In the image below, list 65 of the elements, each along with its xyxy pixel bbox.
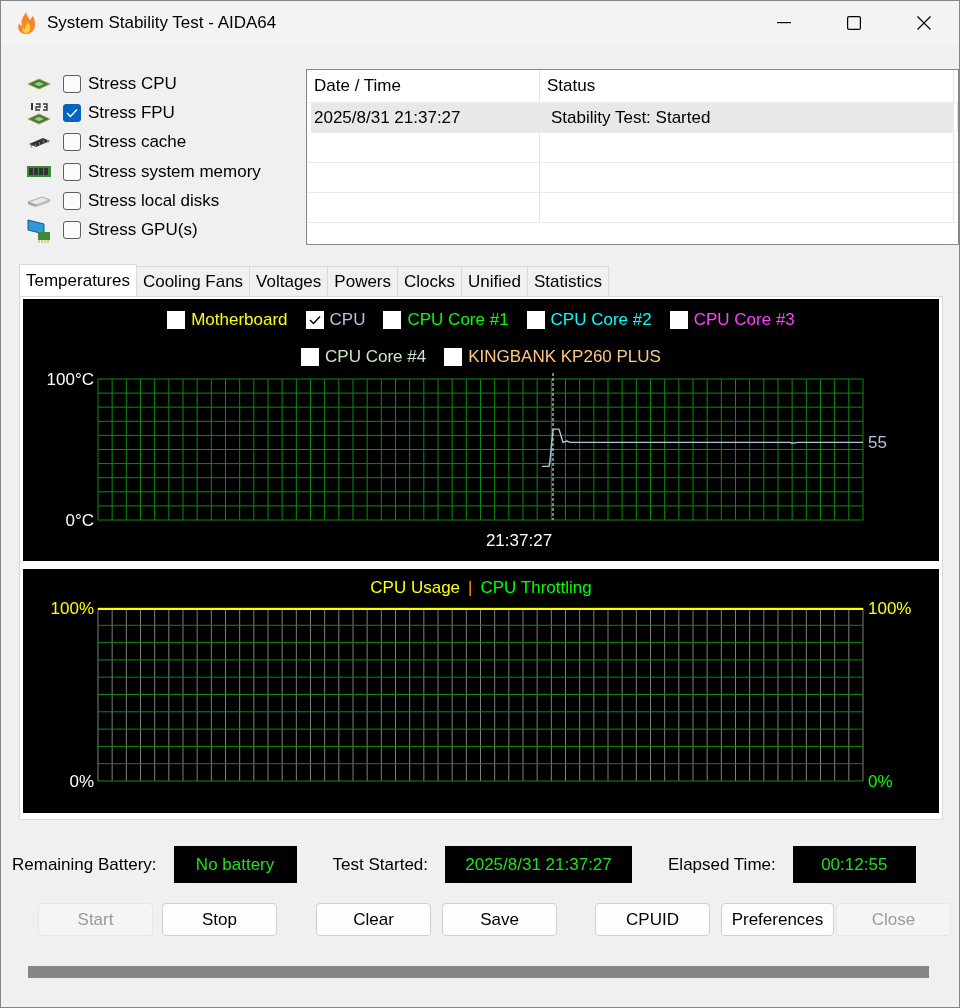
checkbox[interactable] bbox=[63, 74, 81, 93]
option-label: Stress GPU(s) bbox=[88, 220, 198, 241]
reading-label: 55 bbox=[868, 433, 887, 453]
legend-label[interactable]: CPU Core #4 bbox=[325, 347, 427, 367]
axis-label: 0% bbox=[868, 772, 893, 791]
axis-label: 100% bbox=[868, 599, 912, 618]
status-label: Test Started: bbox=[332, 854, 428, 875]
axis-label: 100% bbox=[50, 599, 94, 618]
axis-label: 0°C bbox=[65, 511, 94, 530]
status-value: No battery bbox=[173, 846, 297, 883]
monitor-card-icon bbox=[26, 217, 52, 244]
legend-label[interactable]: KINGBANK KP260 PLUS bbox=[468, 347, 661, 367]
action-button[interactable]: Preferences bbox=[721, 903, 834, 936]
checkbox[interactable] bbox=[63, 104, 81, 122]
action-button[interactable]: Save bbox=[442, 903, 557, 936]
action-button[interactable]: Stop bbox=[162, 903, 277, 936]
checkbox[interactable] bbox=[526, 311, 545, 329]
legend-label: CPU Throttling bbox=[480, 578, 592, 598]
legend-separator: | bbox=[468, 578, 473, 598]
column-header[interactable]: Date / Time bbox=[307, 70, 540, 102]
action-button[interactable]: CPUID bbox=[595, 903, 710, 936]
option-label: Stress CPU bbox=[88, 73, 177, 94]
option-label: Stress local disks bbox=[88, 190, 220, 211]
legend-label[interactable]: CPU bbox=[329, 310, 366, 330]
legend-label[interactable]: CPU Core #2 bbox=[550, 310, 652, 330]
status-value: 2025/8/31 21:37:27 bbox=[445, 846, 632, 883]
axis-label: 100°C bbox=[46, 370, 94, 389]
scrollbar[interactable] bbox=[28, 966, 929, 978]
checkbox[interactable] bbox=[305, 311, 324, 329]
checkbox[interactable] bbox=[301, 348, 320, 366]
checkbox[interactable] bbox=[669, 311, 688, 329]
legend-label[interactable]: CPU Core #1 bbox=[407, 310, 509, 330]
window-title: System Stability Test - AIDA64 bbox=[47, 13, 277, 33]
flame-icon bbox=[15, 11, 37, 35]
option-label: Stress FPU bbox=[88, 103, 175, 123]
close-icon bbox=[917, 16, 931, 30]
status-value: 00:12:55 bbox=[792, 846, 916, 883]
fpu-chip-icon bbox=[26, 100, 52, 126]
minimize-icon bbox=[777, 22, 791, 24]
status-label: Elapsed Time: bbox=[668, 854, 776, 875]
checkbox[interactable] bbox=[383, 311, 402, 329]
axis-label: 0% bbox=[69, 772, 94, 791]
table-cell: 2025/8/31 21:37:27 bbox=[311, 103, 544, 132]
checkbox[interactable] bbox=[63, 162, 81, 181]
tab[interactable]: Temperatures bbox=[19, 264, 137, 296]
checkbox[interactable] bbox=[167, 311, 186, 329]
tab[interactable]: Statistics bbox=[526, 266, 609, 296]
maximize-icon bbox=[847, 16, 861, 30]
checkbox[interactable] bbox=[63, 191, 81, 210]
table-cell: Stability Test: Started bbox=[544, 103, 958, 132]
checkbox[interactable] bbox=[63, 221, 81, 240]
action-button[interactable]: Clear bbox=[316, 903, 431, 936]
memory-module-icon bbox=[26, 164, 52, 179]
disk-drive-icon bbox=[26, 193, 52, 208]
column-header[interactable]: Status bbox=[540, 70, 954, 102]
time-label: 21:37:27 bbox=[485, 531, 553, 550]
legend-label[interactable]: CPU Core #3 bbox=[693, 310, 795, 330]
option-label: Stress cache bbox=[88, 132, 187, 153]
option-label: Stress system memory bbox=[88, 161, 261, 182]
checkbox[interactable] bbox=[63, 133, 81, 152]
checkbox[interactable] bbox=[444, 348, 463, 366]
status-label: Remaining Battery: bbox=[12, 854, 157, 875]
cpu-chip-icon bbox=[26, 76, 52, 91]
legend-label: CPU Usage bbox=[370, 578, 461, 598]
legend-label[interactable]: Motherboard bbox=[191, 310, 288, 330]
